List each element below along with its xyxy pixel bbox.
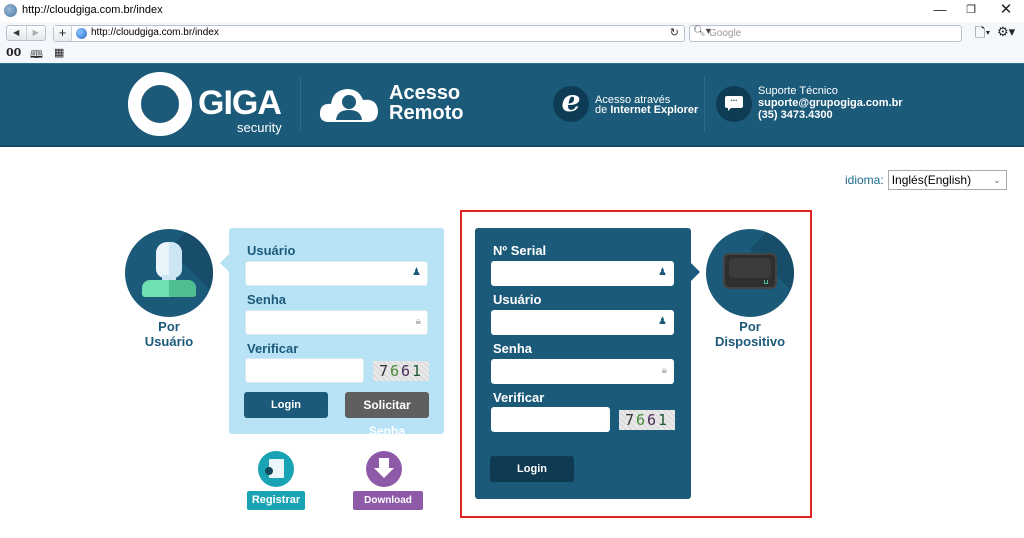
user-login-circle[interactable] — [125, 229, 213, 317]
download-web-button[interactable]: Download WEB — [353, 491, 423, 525]
user-login-title-line1: Por — [158, 319, 180, 334]
giga-logo-icon — [128, 72, 192, 136]
password-field[interactable]: 🔒︎ — [245, 310, 428, 335]
verify-field-label: Verificar — [247, 341, 299, 356]
verify-field[interactable] — [245, 358, 364, 383]
bookmarks-bar: 𝟬𝟬 🕮 ▦ — [0, 44, 1024, 63]
page-icon[interactable]: 🗋▾ — [975, 24, 990, 46]
device-login-form: Nº Serial ♟ Usuário ♟ Senha 🔒︎ Verificar… — [475, 228, 700, 499]
globe-icon — [76, 28, 87, 39]
ie-notice-browser: Internet Explorer — [610, 104, 699, 116]
device-verify-field[interactable] — [491, 407, 610, 432]
search-placeholder: Google — [709, 28, 742, 39]
internet-explorer-icon: e — [553, 86, 589, 122]
back-forward-group: ◀ ▶ — [6, 25, 46, 41]
site-header: GIGA security Acesso Remoto e Acesso atr… — [0, 63, 1024, 147]
new-tab-icon[interactable]: + — [54, 26, 72, 41]
language-selected-value: Inglés(English) — [891, 173, 972, 187]
language-select[interactable]: Inglés(English) ⌄ — [887, 170, 1007, 190]
ie-notice: Acesso através de Internet Explorer — [595, 95, 699, 116]
serial-field-label: Nº Serial — [493, 243, 547, 258]
back-icon[interactable]: ◀ — [7, 26, 26, 40]
logo-text: GIGA — [198, 84, 282, 122]
chat-support-icon: ... — [716, 86, 752, 122]
site-favicon-icon — [4, 4, 17, 17]
header-title: Acesso Remoto — [389, 83, 463, 123]
device-user-field-label: Usuário — [493, 292, 542, 307]
device-password-field-label: Senha — [493, 341, 533, 356]
register-button[interactable]: Registrar — [247, 491, 305, 510]
register-icon[interactable] — [258, 451, 294, 487]
address-url[interactable]: http://cloudgiga.com.br/index — [91, 27, 219, 38]
chevron-down-icon: ⌄ — [993, 175, 1001, 185]
header-divider — [300, 76, 301, 132]
request-password-button[interactable]: Solicitar Senha — [345, 392, 429, 438]
user-field[interactable]: ♟ — [245, 261, 428, 286]
person-icon: ♟ — [658, 316, 667, 327]
user-login-title-line2: Usuário — [144, 334, 194, 349]
user-login-form: Usuário ♟ Senha 🔒︎ Verificar 7661 Login … — [220, 228, 444, 438]
support-title: Suporte Técnico — [758, 85, 838, 97]
address-bar[interactable]: + http://cloudgiga.com.br/index ↻ — [53, 25, 685, 42]
device-password-field[interactable]: 🔒︎ — [491, 359, 674, 384]
browser-title-bar: http://cloudgiga.com.br/index — ❐ ✕ — [0, 0, 1024, 22]
device-verify-field-label: Verificar — [493, 390, 545, 405]
device-captcha-image: 7661 — [619, 410, 675, 430]
minimize-button[interactable]: — — [925, 2, 955, 17]
user-login-button[interactable]: Login — [244, 392, 328, 418]
lock-icon: 🔒︎ — [415, 316, 421, 327]
gear-icon[interactable]: ⚙▾ — [997, 24, 1015, 40]
support-phone: (35) 3473.4300 — [758, 109, 833, 121]
device-login-button[interactable]: Login — [490, 456, 574, 482]
window-title: http://cloudgiga.com.br/index — [22, 4, 163, 16]
reload-icon[interactable]: ↻ — [670, 26, 679, 39]
user-field-label: Usuário — [247, 243, 296, 258]
cloud-user-icon — [319, 89, 378, 122]
search-input[interactable]: 🔍︎▾ Google — [689, 25, 962, 42]
device-login-title-line2: Dispositivo — [714, 334, 786, 349]
apps-grid-icon[interactable]: ▦ — [54, 46, 64, 59]
dvr-device-icon — [723, 253, 777, 289]
language-selector: idioma: Inglés(English) ⌄ — [845, 170, 1007, 190]
support-info: Suporte Técnico suporte@grupogiga.com.br… — [758, 85, 903, 121]
close-button[interactable]: ✕ — [991, 0, 1021, 18]
language-label: idioma: — [845, 173, 884, 187]
password-field-label: Senha — [247, 292, 287, 307]
browser-nav-bar: ◀ ▶ + http://cloudgiga.com.br/index ↻ 🔍︎… — [0, 22, 1024, 44]
person-icon: ♟ — [658, 267, 667, 278]
device-user-field[interactable]: ♟ — [491, 310, 674, 335]
ie-notice-prefix: de — [595, 104, 608, 116]
device-login-circle[interactable] — [706, 229, 794, 317]
serial-field[interactable]: ♟ — [491, 261, 674, 286]
user-avatar-icon — [156, 242, 182, 278]
reading-glasses-icon[interactable]: 𝟬𝟬 — [6, 46, 21, 59]
captcha-image: 7661 — [373, 361, 429, 381]
user-login-title: Por Usuário — [128, 319, 210, 349]
restore-button[interactable]: ❐ — [956, 3, 986, 16]
download-icon[interactable] — [366, 451, 402, 487]
header-title-line2: Remoto — [389, 102, 464, 124]
header-title-line1: Acesso — [389, 82, 461, 104]
support-email: suporte@grupogiga.com.br — [758, 97, 903, 109]
forward-icon[interactable]: ▶ — [25, 26, 46, 40]
device-login-title: Por Dispositivo — [705, 319, 795, 349]
header-divider — [704, 76, 705, 132]
device-login-title-line1: Por — [739, 319, 761, 334]
logo-subtitle: security — [237, 120, 282, 135]
lock-icon: 🔒︎ — [661, 365, 667, 376]
person-icon: ♟ — [412, 267, 421, 278]
